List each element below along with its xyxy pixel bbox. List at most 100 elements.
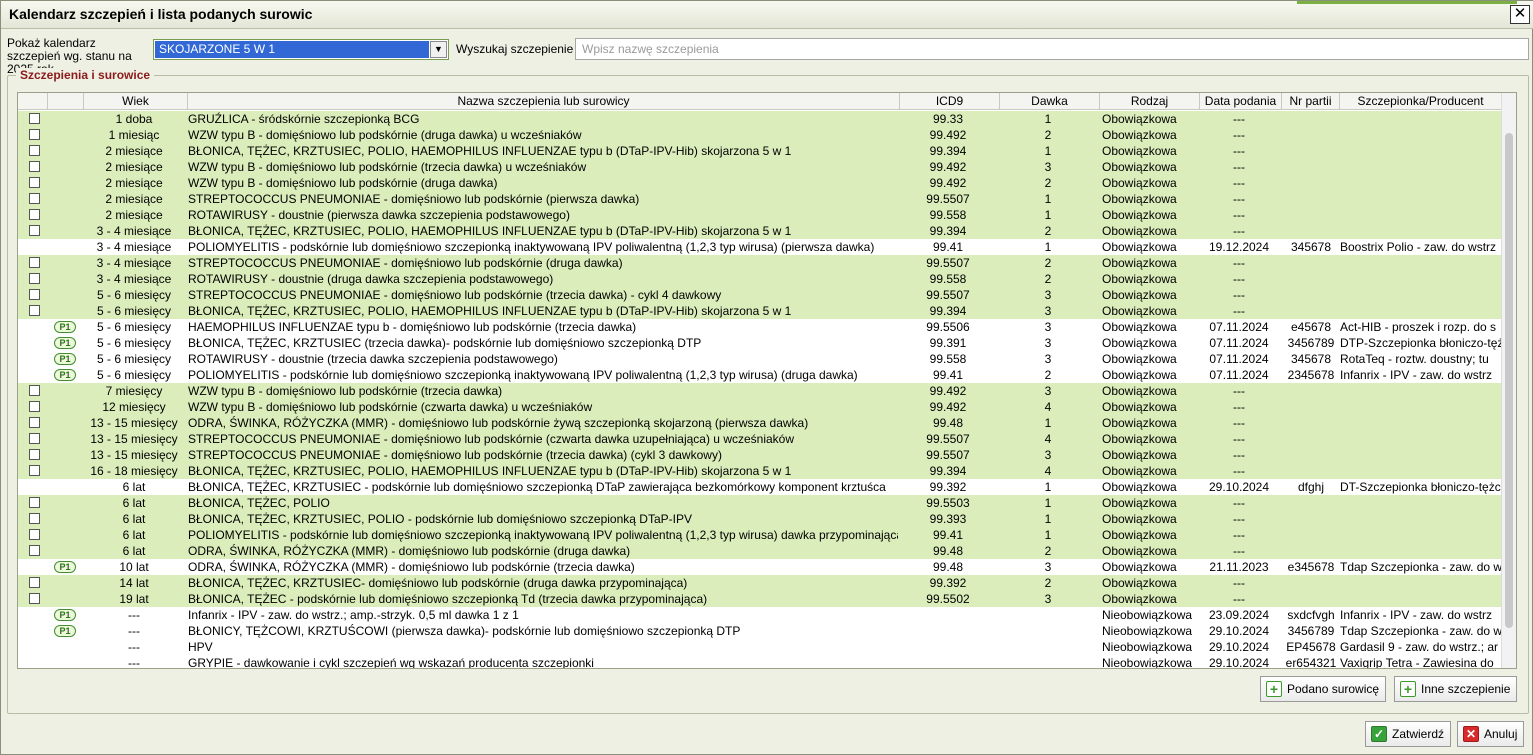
row-icd9: 99.391 bbox=[929, 336, 967, 350]
cancel-button[interactable]: ✕ Anuluj bbox=[1457, 721, 1525, 747]
row-icd9: 99.48 bbox=[932, 560, 964, 574]
table-row[interactable]: 16 - 18 miesięcy BŁONICA, TĘŻEC, KRZTUSIE… bbox=[18, 463, 1502, 479]
table-row[interactable]: 1 miesiąc WZW typu B - domięśniowo lub po… bbox=[18, 127, 1502, 143]
col-header-age[interactable]: Wiek bbox=[84, 93, 188, 110]
table-row[interactable]: P1 10 lat ODRA, ŚWINKA, RÓŻYCZKA (MMR) - d… bbox=[18, 559, 1502, 575]
row-checkbox[interactable] bbox=[29, 225, 40, 236]
row-age: 3 - 4 miesiące bbox=[96, 256, 172, 270]
row-name: ODRA, ŚWINKA, RÓŻYCZKA (MMR) - domięśnio… bbox=[188, 560, 635, 574]
row-date: --- bbox=[1233, 544, 1245, 558]
row-checkbox[interactable] bbox=[29, 145, 40, 156]
col-header-date[interactable]: Data podania bbox=[1200, 93, 1282, 110]
search-input[interactable] bbox=[575, 38, 1529, 60]
row-checkbox[interactable] bbox=[29, 529, 40, 540]
table-row[interactable]: 19 lat BŁONICA, TĘŻEC - podskórnie lub do… bbox=[18, 591, 1502, 607]
row-checkbox[interactable] bbox=[29, 577, 40, 588]
row-batch: e45678 bbox=[1290, 320, 1332, 334]
row-checkbox[interactable] bbox=[29, 545, 40, 556]
table-row[interactable]: 12 miesięcy WZW typu B - domięśniowo lub … bbox=[18, 399, 1502, 415]
table-row[interactable]: P1 5 - 6 miesięcy POLIOMYELITIS - podskórn… bbox=[18, 367, 1502, 383]
table-row[interactable]: 13 - 15 miesięcy STREPTOCOCCUS PNEUMONIAE… bbox=[18, 431, 1502, 447]
table-row[interactable]: 1 doba GRUŹLICA - śródskórnie szczepionką… bbox=[18, 111, 1502, 127]
table-row[interactable]: 14 lat BŁONICA, TĘŻEC, KRZTUSIEC- domięśn… bbox=[18, 575, 1502, 591]
scrollbar-thumb[interactable] bbox=[1505, 133, 1513, 628]
col-header-badge[interactable] bbox=[48, 93, 84, 110]
row-dose bbox=[998, 639, 1098, 655]
row-checkbox[interactable] bbox=[29, 113, 40, 124]
row-producer: Tdap Szczepionka - zaw. do w bbox=[1340, 560, 1502, 574]
table-row[interactable]: 3 - 4 miesiące ROTAWIRUSY - doustnie (dru… bbox=[18, 271, 1502, 287]
table-row[interactable]: 6 lat BŁONICA, TĘŻEC, KRZTUSIEC - podskór… bbox=[18, 479, 1502, 495]
col-header-icd9[interactable]: ICD9 bbox=[900, 93, 1000, 110]
col-header-batch[interactable]: Nr partii bbox=[1282, 93, 1340, 110]
table-row[interactable]: 6 lat BŁONICA, TĘŻEC, KRZTUSIEC, POLIO - … bbox=[18, 511, 1502, 527]
table-row[interactable]: --- HPV Nieobowiązkowa 29.10.2024 EP45678 Gar… bbox=[18, 639, 1502, 655]
table-row[interactable]: 7 miesięcy WZW typu B - domięśniowo lub p… bbox=[18, 383, 1502, 399]
table-row[interactable]: P1 5 - 6 miesięcy BŁONICA, TĘŻEC, KRZTUSIE… bbox=[18, 335, 1502, 351]
row-checkbox[interactable] bbox=[29, 161, 40, 172]
row-date: 07.11.2024 bbox=[1209, 368, 1269, 382]
table-row[interactable]: --- GRYPIE - dawkowanie i cykl szczepień … bbox=[18, 655, 1502, 668]
row-type: Obowiązkowa bbox=[1102, 480, 1177, 494]
serum-given-button[interactable]: + Podano surowicę bbox=[1260, 676, 1387, 702]
col-header-dose[interactable]: Dawka bbox=[1000, 93, 1100, 110]
row-checkbox[interactable] bbox=[29, 209, 40, 220]
title-accent bbox=[1297, 1, 1517, 4]
table-row[interactable]: 6 lat ODRA, ŚWINKA, RÓŻYCZKA (MMR) - domi… bbox=[18, 543, 1502, 559]
table-row[interactable]: 3 - 4 miesiące POLIOMYELITIS - podskórnie… bbox=[18, 239, 1502, 255]
row-producer bbox=[1340, 111, 1502, 127]
confirm-button[interactable]: ✓ Zatwierdź bbox=[1365, 721, 1452, 747]
row-checkbox[interactable] bbox=[29, 593, 40, 604]
table-row[interactable]: 6 lat BŁONICA, TĘŻEC, POLIO 99.5503 1 Obowią… bbox=[18, 495, 1502, 511]
row-batch: 3456789 bbox=[1287, 336, 1335, 350]
col-header-producer[interactable]: Szczepionka/Producent bbox=[1340, 93, 1502, 110]
row-checkbox[interactable] bbox=[29, 193, 40, 204]
table-row[interactable]: P1 --- BŁONICY, TĘŻCOWI, KRZTUŚCOWI (pierw… bbox=[18, 623, 1502, 639]
close-button[interactable]: ✕ bbox=[1510, 5, 1530, 24]
row-checkbox[interactable] bbox=[29, 257, 40, 268]
row-age: 2 miesiące bbox=[105, 144, 163, 158]
row-checkbox[interactable] bbox=[29, 513, 40, 524]
row-type: Obowiązkowa bbox=[1102, 272, 1177, 286]
table-row[interactable]: 5 - 6 miesięcy BŁONICA, TĘŻEC, KRZTUSIEC,… bbox=[18, 303, 1502, 319]
row-checkbox[interactable] bbox=[29, 433, 40, 444]
table-row[interactable]: 2 miesiące STREPTOCOCCUS PNEUMONIAE - dom… bbox=[18, 191, 1502, 207]
table-row[interactable]: P1 5 - 6 miesięcy ROTAWIRUSY - doustnie (t… bbox=[18, 351, 1502, 367]
row-checkbox[interactable] bbox=[29, 449, 40, 460]
table-row[interactable]: 2 miesiące BŁONICA, TĘŻEC, KRZTUSIEC, POL… bbox=[18, 143, 1502, 159]
table-row[interactable]: 13 - 15 miesięcy STREPTOCOCCUS PNEUMONIAE… bbox=[18, 447, 1502, 463]
row-checkbox[interactable] bbox=[29, 417, 40, 428]
chevron-down-icon[interactable]: ▼ bbox=[430, 41, 447, 58]
col-header-name[interactable]: Nazwa szczepienia lub surowicy bbox=[188, 93, 900, 110]
table-row[interactable]: 2 miesiące WZW typu B - domięśniowo lub p… bbox=[18, 175, 1502, 191]
row-icd9: 99.41 bbox=[932, 368, 964, 382]
table-row[interactable]: P1 --- Infanrix - IPV - zaw. do wstrz.; am… bbox=[18, 607, 1502, 623]
table-row[interactable]: 6 lat POLIOMYELITIS - podskórnie lub domi… bbox=[18, 527, 1502, 543]
col-header-check[interactable] bbox=[18, 93, 48, 110]
row-checkbox[interactable] bbox=[29, 273, 40, 284]
row-check-cell bbox=[18, 575, 48, 591]
row-checkbox[interactable] bbox=[29, 177, 40, 188]
row-checkbox[interactable] bbox=[29, 385, 40, 396]
other-vaccine-button[interactable]: + Inne szczepienie bbox=[1394, 676, 1518, 702]
table-row[interactable]: 2 miesiące ROTAWIRUSY - doustnie (pierwsz… bbox=[18, 207, 1502, 223]
calendar-select[interactable]: SKOJARZONE 5 W 1 ▼ bbox=[153, 39, 449, 60]
table-row[interactable]: P1 5 - 6 miesięcy HAEMOPHILUS INFLUENZAE t… bbox=[18, 319, 1502, 335]
row-checkbox[interactable] bbox=[29, 401, 40, 412]
col-header-type[interactable]: Rodzaj bbox=[1100, 93, 1200, 110]
table-row[interactable]: 5 - 6 miesięcy STREPTOCOCCUS PNEUMONIAE -… bbox=[18, 287, 1502, 303]
table-row[interactable]: 13 - 15 miesięcy ODRA, ŚWINKA, RÓŻYCZKA (… bbox=[18, 415, 1502, 431]
row-checkbox[interactable] bbox=[29, 305, 40, 316]
row-badge-cell: P1 bbox=[48, 335, 84, 351]
vertical-scrollbar[interactable] bbox=[1501, 93, 1516, 668]
table-row[interactable]: 3 - 4 miesiące BŁONICA, TĘŻEC, KRZTUSIEC,… bbox=[18, 223, 1502, 239]
row-dose: 2 bbox=[1044, 544, 1052, 558]
row-checkbox[interactable] bbox=[29, 497, 40, 508]
row-checkbox[interactable] bbox=[29, 289, 40, 300]
row-producer: RotaTeq - roztw. doustny; tu bbox=[1340, 352, 1489, 366]
row-checkbox[interactable] bbox=[29, 465, 40, 476]
table-row[interactable]: 3 - 4 miesiące STREPTOCOCCUS PNEUMONIAE -… bbox=[18, 255, 1502, 271]
row-checkbox[interactable] bbox=[29, 129, 40, 140]
row-type: Obowiązkowa bbox=[1102, 256, 1177, 270]
table-row[interactable]: 2 miesiące WZW typu B - domięśniowo lub p… bbox=[18, 159, 1502, 175]
